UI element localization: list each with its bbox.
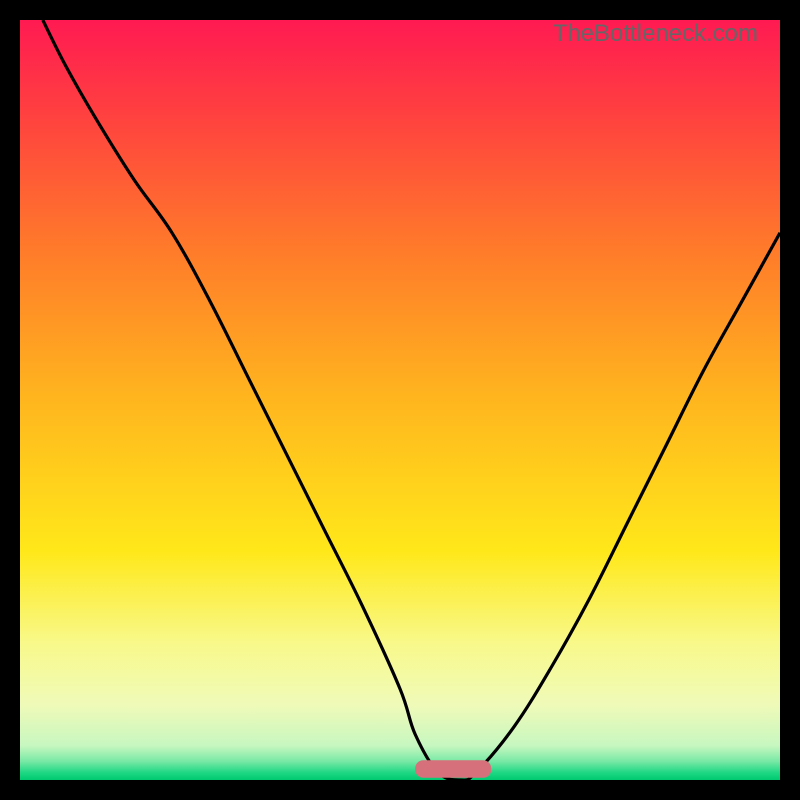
chart-frame: TheBottleneck.com [20, 20, 780, 780]
chart-background [20, 20, 780, 780]
watermark-text: TheBottleneck.com [553, 20, 758, 48]
bottleneck-chart [20, 20, 780, 780]
optimal-range-marker [415, 760, 491, 777]
